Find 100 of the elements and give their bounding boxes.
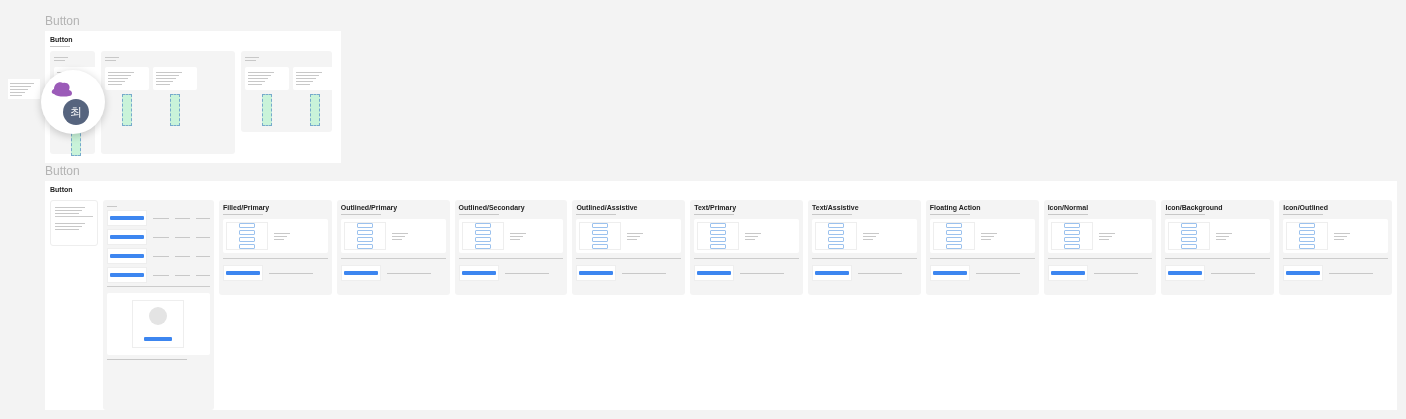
button-sample[interactable] — [109, 216, 144, 220]
button-sample[interactable] — [474, 230, 491, 235]
button-sample[interactable] — [710, 237, 727, 242]
button-sample[interactable] — [225, 271, 260, 275]
button-sample[interactable] — [238, 237, 255, 242]
text-line — [296, 78, 316, 79]
text-line — [156, 84, 170, 85]
text-line — [108, 78, 128, 79]
image-placeholder — [149, 307, 168, 325]
spec-strip — [170, 94, 180, 126]
button-sample[interactable] — [1181, 223, 1198, 228]
text-line — [622, 272, 667, 274]
button-sample[interactable] — [474, 244, 491, 249]
button-sample[interactable] — [1063, 230, 1080, 235]
text-line — [55, 210, 82, 211]
text-line — [10, 95, 22, 96]
text-line — [340, 214, 381, 215]
text-line — [1329, 272, 1374, 274]
text-line — [10, 83, 34, 84]
button-sample[interactable] — [1063, 244, 1080, 249]
button-sample[interactable] — [945, 230, 962, 235]
button-sample[interactable] — [474, 223, 491, 228]
text-line — [248, 84, 262, 85]
button-sample[interactable] — [109, 254, 144, 258]
button-sample[interactable] — [697, 271, 732, 275]
text-line — [296, 84, 310, 85]
button-sample[interactable] — [932, 271, 967, 275]
text-line — [296, 72, 322, 73]
text-line — [108, 72, 134, 73]
text-line — [222, 214, 263, 215]
button-sample[interactable] — [356, 230, 373, 235]
button-sample[interactable] — [238, 230, 255, 235]
button-sample[interactable] — [945, 244, 962, 249]
text-line — [156, 75, 179, 76]
button-sample[interactable] — [1063, 237, 1080, 242]
button-sample[interactable] — [144, 337, 173, 341]
text-line — [55, 213, 79, 214]
text-line — [1283, 214, 1324, 215]
text-line — [196, 217, 210, 219]
text-line — [152, 255, 170, 257]
text-line — [55, 226, 82, 227]
text-line — [268, 272, 313, 274]
text-line — [248, 78, 268, 79]
text-line — [196, 255, 210, 257]
button-sample[interactable] — [1181, 237, 1198, 242]
text-line — [54, 60, 65, 61]
button-sample[interactable] — [592, 237, 609, 242]
button-sample[interactable] — [710, 244, 727, 249]
button-sample[interactable] — [1299, 244, 1316, 249]
creature-icon — [50, 80, 74, 100]
text-line — [1047, 214, 1088, 215]
button-sample[interactable] — [592, 230, 609, 235]
text-line — [152, 236, 170, 238]
text-line — [55, 207, 85, 208]
text-line — [929, 214, 970, 215]
text-line — [296, 75, 319, 76]
button-sample[interactable] — [579, 271, 614, 275]
button-sample[interactable] — [828, 237, 844, 242]
text-line — [175, 217, 191, 219]
button-sample[interactable] — [343, 271, 378, 275]
button-sample[interactable] — [710, 223, 727, 228]
button-sample[interactable] — [109, 235, 144, 239]
text-line — [108, 81, 125, 82]
text-line — [1093, 272, 1138, 274]
button-sample[interactable] — [1168, 271, 1203, 275]
button-sample[interactable] — [238, 244, 255, 249]
button-sample[interactable] — [1299, 230, 1316, 235]
button-sample[interactable] — [1286, 271, 1321, 275]
text-line — [50, 46, 70, 47]
text-line — [156, 72, 182, 73]
button-sample[interactable] — [238, 223, 255, 228]
button-sample[interactable] — [1050, 271, 1085, 275]
button-sample[interactable] — [356, 223, 373, 228]
text-line — [740, 272, 785, 274]
button-sample[interactable] — [828, 223, 844, 228]
button-sample[interactable] — [109, 273, 144, 277]
button-sample[interactable] — [828, 244, 844, 249]
button-sample[interactable] — [1181, 244, 1198, 249]
button-sample[interactable] — [356, 237, 373, 242]
section-label: Button — [45, 163, 81, 180]
spec-strip — [310, 94, 320, 126]
button-sample[interactable] — [710, 230, 727, 235]
button-sample[interactable] — [592, 223, 609, 228]
text-line — [152, 217, 170, 219]
button-sample[interactable] — [945, 223, 962, 228]
button-sample[interactable] — [1063, 223, 1080, 228]
button-sample[interactable] — [592, 244, 609, 249]
button-sample[interactable] — [945, 237, 962, 242]
button-sample[interactable] — [1181, 230, 1198, 235]
button-sample[interactable] — [474, 237, 491, 242]
button-sample[interactable] — [356, 244, 373, 249]
spec-strip — [262, 94, 272, 126]
text-line — [386, 272, 431, 274]
text-line — [1165, 214, 1206, 215]
text-line — [196, 236, 210, 238]
text-line — [248, 81, 265, 82]
button-sample[interactable] — [1299, 223, 1316, 228]
button-sample[interactable] — [828, 230, 844, 235]
button-sample[interactable] — [461, 271, 496, 275]
button-sample[interactable] — [1299, 237, 1316, 242]
